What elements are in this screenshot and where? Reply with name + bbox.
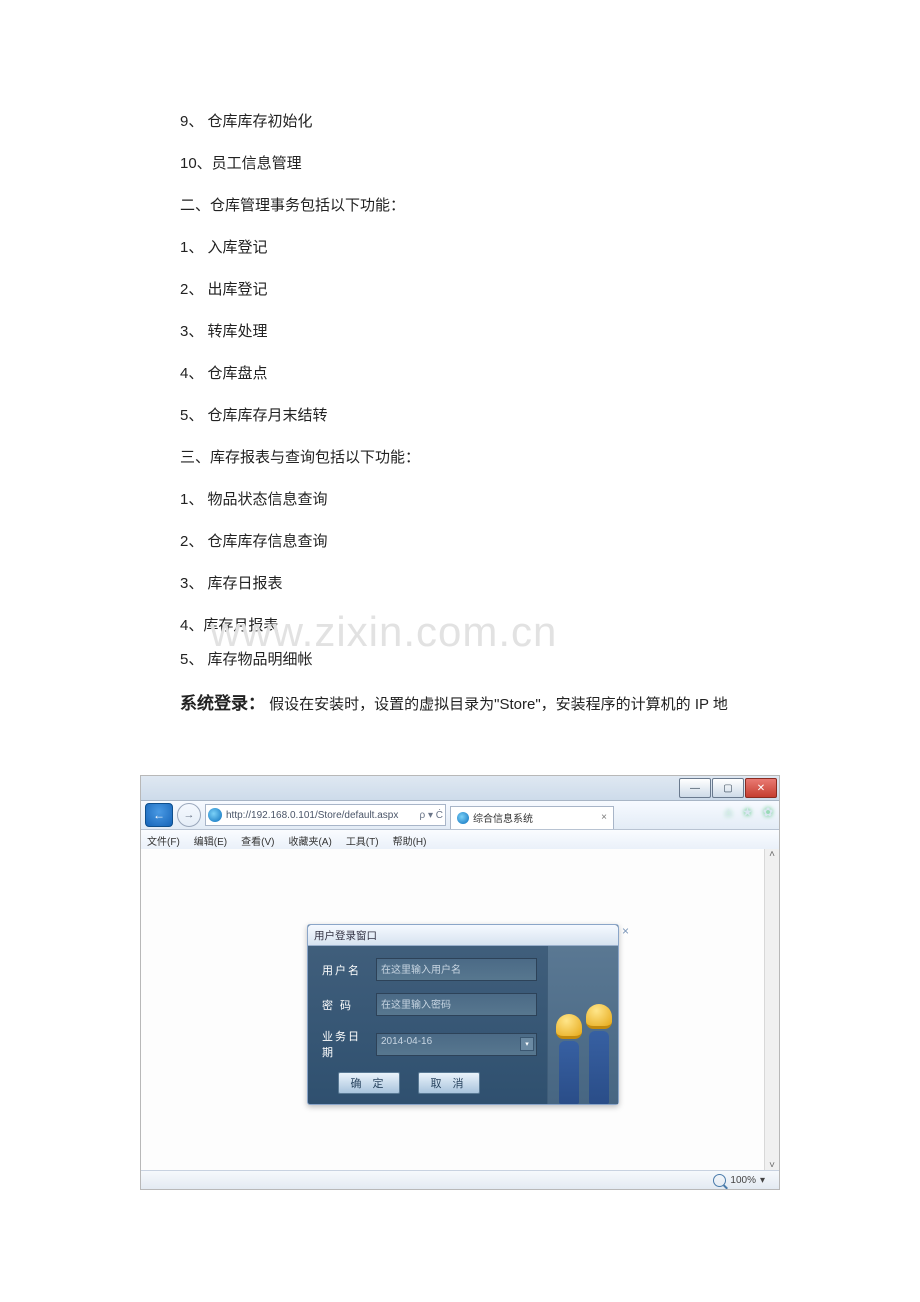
- browser-tab[interactable]: 综合信息系统 ×: [450, 806, 614, 829]
- ie-icon: [457, 812, 469, 824]
- line: 1、 入库登记: [180, 236, 780, 260]
- browser-screenshot: — ▢ ✕ ← → http://192.168.0.101/Store/def…: [140, 775, 780, 1190]
- tab-label: 综合信息系统: [473, 810, 597, 825]
- password-placeholder: 在这里输入密码: [381, 1000, 451, 1011]
- date-value: 2014-04-16: [381, 1036, 432, 1047]
- worker-icon: [554, 1014, 584, 1104]
- ie-icon: [208, 808, 222, 822]
- menu-view[interactable]: 查看(V): [241, 833, 274, 848]
- line: 2、 出库登记: [180, 278, 780, 302]
- line: 3、 转库处理: [180, 320, 780, 344]
- favorites-icon[interactable]: ★: [742, 805, 753, 819]
- search-controls[interactable]: ρ ▾ Ċ: [420, 810, 444, 821]
- line: 5、 仓库库存月末结转: [180, 404, 780, 428]
- username-input[interactable]: 在这里输入用户名: [376, 958, 537, 981]
- login-heading: 系统登录： 假设在安装时，设置的虚拟目录为"Store"，安装程序的计算机的 I…: [180, 690, 780, 717]
- dialog-close-icon[interactable]: ×: [622, 924, 629, 938]
- browser-navbar: ← → http://192.168.0.101/Store/default.a…: [141, 801, 779, 830]
- menu-help[interactable]: 帮助(H): [393, 833, 427, 848]
- scroll-up-icon[interactable]: ˄: [769, 849, 775, 860]
- menu-tools[interactable]: 工具(T): [346, 833, 379, 848]
- menu-favorites[interactable]: 收藏夹(A): [288, 833, 331, 848]
- forward-button[interactable]: →: [177, 803, 201, 827]
- address-bar[interactable]: http://192.168.0.101/Store/default.aspx …: [205, 804, 446, 826]
- zoom-value: 100%: [730, 1175, 756, 1186]
- date-label: 业务日期: [322, 1028, 366, 1060]
- navbar-right-icons: ⌂ ★ ✿: [725, 805, 773, 819]
- dialog-artwork: [547, 946, 618, 1104]
- vertical-scrollbar[interactable]: ˄ ˅: [764, 849, 779, 1171]
- worker-icon: [584, 1004, 614, 1104]
- login-heading-rest: 假设在安装时，设置的虚拟目录为"Store"，安装程序的计算机的 IP 地: [269, 696, 728, 713]
- close-button[interactable]: ✕: [745, 778, 777, 798]
- dialog-titlebar: 用户登录窗口: [308, 925, 618, 946]
- line: 三、库存报表与查询包括以下功能：: [180, 446, 780, 470]
- menu-file[interactable]: 文件(F): [147, 833, 180, 848]
- line: 3、 库存日报表: [180, 572, 780, 596]
- chevron-down-icon[interactable]: ▾: [520, 1037, 534, 1051]
- line: 2、 仓库库存信息查询: [180, 530, 780, 554]
- url-text: http://192.168.0.101/Store/default.aspx: [226, 810, 416, 821]
- minimize-button[interactable]: —: [679, 778, 711, 798]
- home-icon[interactable]: ⌂: [725, 805, 732, 819]
- ok-button[interactable]: 确 定: [338, 1072, 400, 1094]
- line: 9、 仓库库存初始化: [180, 110, 780, 134]
- statusbar: 100% ▾: [141, 1170, 779, 1189]
- back-button[interactable]: ←: [145, 803, 173, 827]
- tab-close-icon[interactable]: ×: [601, 812, 607, 823]
- page-content: 用户登录窗口 用户名 在这里输入用户名 密 码 在这: [141, 849, 765, 1171]
- line: 4、 仓库盘点: [180, 362, 780, 386]
- password-input[interactable]: 在这里输入密码: [376, 993, 537, 1016]
- cancel-button[interactable]: 取 消: [418, 1072, 480, 1094]
- password-label: 密 码: [322, 997, 366, 1013]
- menubar: 文件(F) 编辑(E) 查看(V) 收藏夹(A) 工具(T) 帮助(H): [141, 830, 779, 851]
- login-dialog: 用户登录窗口 用户名 在这里输入用户名 密 码 在这: [307, 924, 619, 1105]
- zoom-caret-icon[interactable]: ▾: [760, 1175, 765, 1186]
- menu-edit[interactable]: 编辑(E): [194, 833, 227, 848]
- zoom-icon[interactable]: [713, 1174, 726, 1187]
- gear-icon[interactable]: ✿: [763, 805, 773, 819]
- login-heading-bold: 系统登录：: [180, 694, 265, 713]
- maximize-button[interactable]: ▢: [712, 778, 744, 798]
- line: 10、员工信息管理: [180, 152, 780, 176]
- username-placeholder: 在这里输入用户名: [381, 965, 461, 976]
- line: 5、 库存物品明细帐: [180, 648, 780, 672]
- line: 二、仓库管理事务包括以下功能：: [180, 194, 780, 218]
- dialog-title-text: 用户登录窗口: [314, 928, 377, 943]
- window-titlebar: — ▢ ✕: [141, 776, 779, 801]
- line: 4、库存月报表: [180, 614, 780, 638]
- date-input[interactable]: 2014-04-16 ▾: [376, 1033, 537, 1056]
- username-label: 用户名: [322, 962, 366, 978]
- line: 1、 物品状态信息查询: [180, 488, 780, 512]
- document-body: 9、 仓库库存初始化 10、员工信息管理 二、仓库管理事务包括以下功能： 1、 …: [180, 110, 780, 717]
